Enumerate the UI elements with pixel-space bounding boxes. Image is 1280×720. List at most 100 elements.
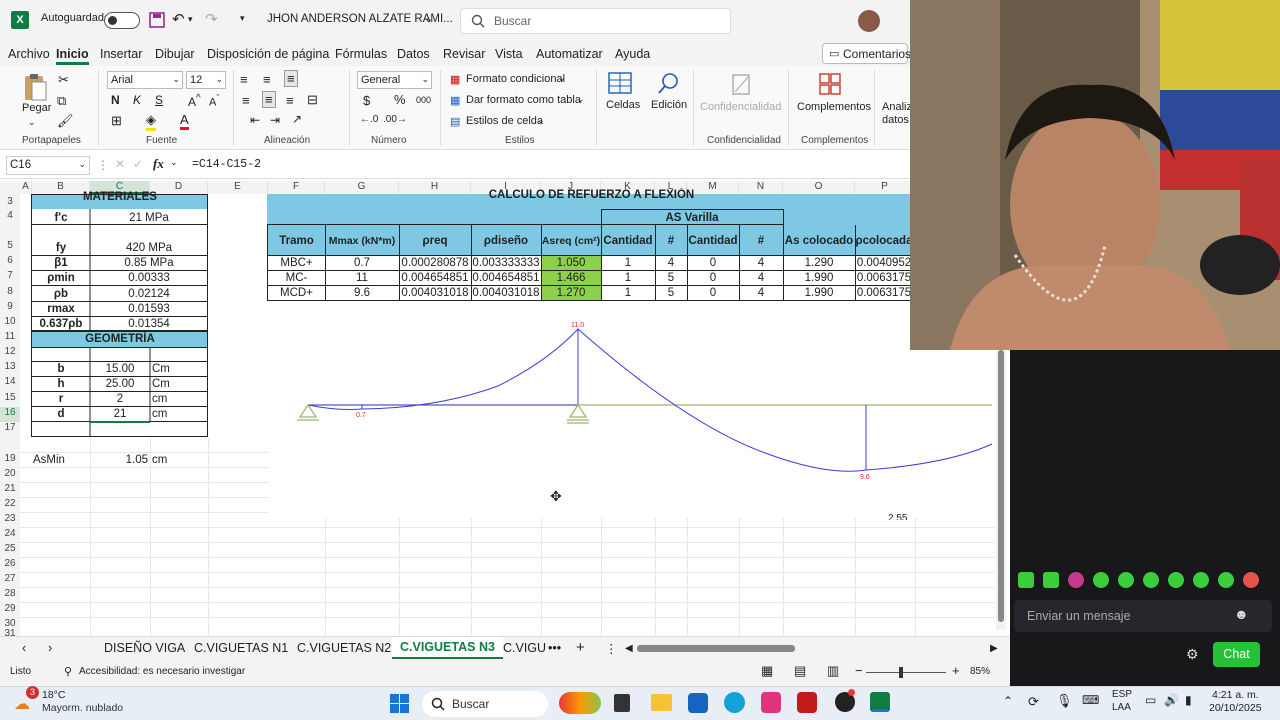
flexion-cell[interactable]: 0.7 [325,256,399,270]
thousands-icon[interactable]: 000 [416,95,431,105]
sheet-tab[interactable]: DISEÑO VIGA [104,641,185,655]
flexion-cell[interactable]: 4 [739,271,783,285]
editing-label[interactable]: Edición [651,99,687,111]
row-header[interactable]: 26 [0,558,20,573]
row-header[interactable]: 16 [0,407,20,422]
page-break-icon[interactable]: ▥ [827,663,839,679]
flexion-cell[interactable]: 4 [655,256,687,270]
store-icon[interactable] [688,693,708,713]
increase-font-icon[interactable]: A^ [188,93,201,109]
currency-icon[interactable]: $ [363,93,370,108]
align-top-icon[interactable]: ≡ [240,72,248,87]
row-header[interactable]: 22 [0,498,20,513]
flexion-cell[interactable]: 0.004031018 [471,286,541,300]
undo-dropdown-icon[interactable]: ▾ [188,14,193,25]
chevron-down-icon[interactable]: ⌄ [558,73,566,84]
flexion-cell[interactable]: 11 [325,271,399,285]
flexion-cell[interactable]: 0.003333333 [471,256,541,270]
emote-icon[interactable] [1218,572,1234,588]
table-format-button[interactable]: Dar formato como tabla [466,94,581,106]
battery-icon[interactable]: ▮ [1185,693,1192,707]
volume-icon[interactable]: 🔊 [1164,693,1179,707]
emote-icon[interactable] [1043,572,1059,588]
search-box[interactable]: Buscar [460,8,731,34]
scroll-left-icon[interactable]: ◀ [625,643,633,654]
emote-icon[interactable] [1168,572,1184,588]
tab-revisar[interactable]: Revisar [443,47,485,61]
zoom-out-icon[interactable]: − [855,663,863,678]
tab-datos[interactable]: Datos [397,47,430,61]
language-layout[interactable]: LAA [1112,702,1131,713]
increase-decimal-icon[interactable]: ←.0 [360,114,378,125]
align-bottom-icon[interactable]: ≡ [284,70,298,87]
zoom-level[interactable]: 85% [970,666,990,677]
merge-center-icon[interactable]: ⊟ [307,92,318,108]
row-header[interactable]: 8 [0,286,20,301]
zoom-in-icon[interactable]: + [952,663,960,678]
emote-icon[interactable] [1068,572,1084,588]
row-header[interactable]: 19 [0,453,20,468]
row-header[interactable]: 29 [0,603,20,618]
row-header[interactable]: 31 [0,628,20,636]
flexion-cell[interactable]: 0.0063175 [855,271,913,285]
emote-icon[interactable] [1243,572,1259,588]
tab-formulas[interactable]: Fórmulas [335,47,387,61]
sheet-tab[interactable]: C.VIGUETAS N1 [194,641,288,655]
row-header[interactable]: 13 [0,361,20,376]
borders-icon[interactable]: ⊞ [111,113,122,129]
language[interactable]: ESP [1112,689,1132,700]
tab-ayuda[interactable]: Ayuda [615,47,650,61]
row-header[interactable]: 23 [0,513,20,528]
chevron-up-icon[interactable]: ⌃ [1003,694,1013,708]
increase-indent-icon[interactable]: ⇥ [270,113,280,127]
row-header[interactable]: 6 [0,255,20,270]
sheet-tab-active[interactable]: C.VIGUETAS N3 [392,637,503,659]
decrease-decimal-icon[interactable]: .00→ [383,114,407,125]
row-header[interactable]: 27 [0,573,20,588]
fill-color-icon[interactable]: ◈ [146,112,156,131]
tab-automatizar[interactable]: Automatizar [536,47,603,61]
addins-icon[interactable] [818,72,842,96]
paste-dropdown-icon[interactable]: ⌄ [28,117,36,128]
gear-icon[interactable]: ⚙ [1186,646,1199,663]
sync-icon[interactable]: ⟳ [1028,694,1039,710]
flexion-cell[interactable]: 5 [655,286,687,300]
font-name-select[interactable]: Arial ⌄ [107,71,183,89]
scroll-left-icon[interactable]: ‹ [22,641,26,655]
row-header[interactable]: 10 [0,316,20,331]
emote-icon[interactable] [1018,572,1034,588]
underline-icon[interactable]: S [155,93,163,107]
enter-icon[interactable]: ✓ [133,157,143,171]
windows-start-icon[interactable] [390,694,410,714]
decrease-font-icon[interactable]: Aˇ [209,93,219,109]
weather-text[interactable]: Mayorm. nublado [42,702,123,714]
customize-qat-icon[interactable]: ▾ [240,13,245,24]
flexion-cell[interactable]: 0.004654851 [471,271,541,285]
flexion-cell[interactable]: 5 [655,271,687,285]
emoji-icon[interactable]: ☻ [1234,606,1249,622]
flexion-cell[interactable]: 0.004031018 [399,286,471,300]
geometry-value[interactable]: 2 [90,392,150,406]
align-left-icon[interactable]: ≡ [242,93,250,108]
horizontal-scrollbar[interactable] [637,645,795,652]
geometry-value[interactable]: 25.00 [90,377,150,391]
flexion-cell[interactable]: 4 [739,256,783,270]
row-header[interactable]: 15 [0,392,20,407]
chevron-down-icon[interactable]: ⌄ [424,12,433,25]
flexion-cell[interactable]: 0 [687,271,739,285]
flexion-cell[interactable]: 9.6 [325,286,399,300]
row-header[interactable]: 14 [0,376,20,391]
scroll-right-icon[interactable]: › [48,641,52,655]
font-size-select[interactable]: 12 ⌄ [186,71,226,89]
chevron-down-icon[interactable]: ⌄ [577,94,585,105]
cells-label[interactable]: Celdas [606,99,640,111]
flexion-cell[interactable]: 4 [739,286,783,300]
moment-diagram[interactable]: 0.7 11.0 9.6 [268,316,996,516]
row-header[interactable]: 5 [0,240,20,255]
sheet-tab[interactable]: C.VIGU [503,641,546,655]
emote-icon[interactable] [1118,572,1134,588]
geometry-value[interactable]: 15.00 [90,362,150,376]
tab-dibujar[interactable]: Dibujar [155,47,195,61]
undo-icon[interactable]: ↶ [172,10,185,28]
flexion-cell[interactable]: 0.0063175 [855,286,913,300]
